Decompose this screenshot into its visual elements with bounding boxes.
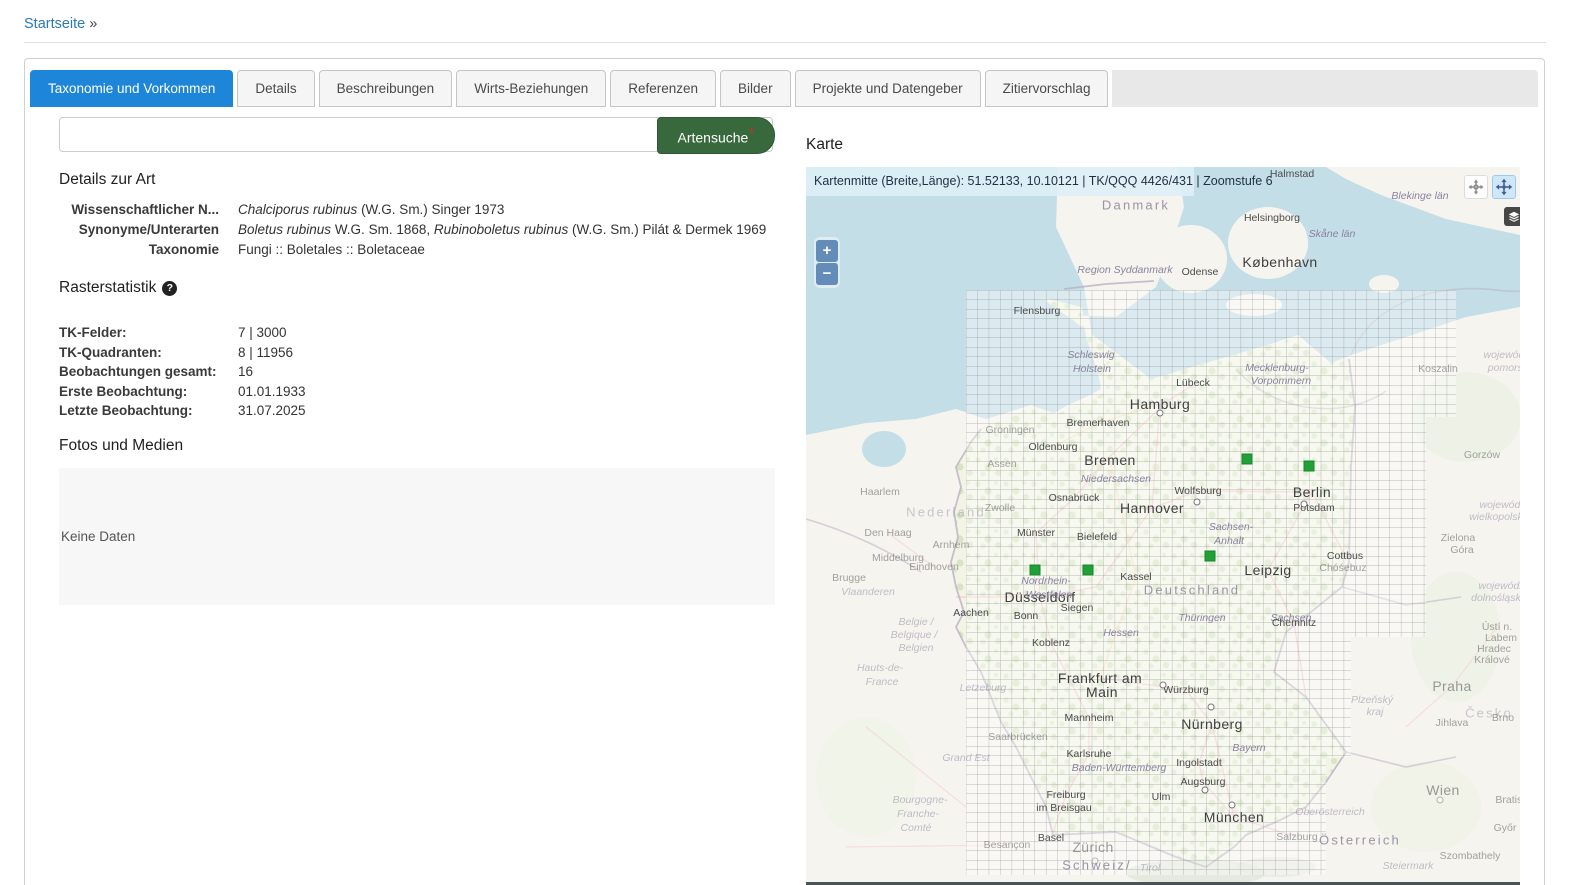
stat-label: TK-Quadranten:	[59, 343, 238, 363]
observation-marker[interactable]	[1083, 565, 1094, 576]
detail-label: Taxonomie	[59, 240, 219, 260]
layers-icon	[1507, 210, 1521, 224]
tab-2[interactable]: Beschreibungen	[319, 70, 453, 107]
detail-value: Fungi :: Boletales :: Boletaceae	[238, 240, 425, 260]
tab-3[interactable]: Wirts-Beziehungen	[456, 70, 606, 107]
map-heading: Karte	[806, 136, 843, 154]
stat-label: Erste Beobachtung:	[59, 382, 238, 402]
stat-row: Erste Beobachtung:01.01.1933	[59, 382, 559, 402]
stat-value: 7 | 3000	[238, 323, 287, 343]
observation-marker[interactable]	[1304, 461, 1315, 472]
detail-label: Synonyme/Unterarten	[59, 220, 219, 240]
city-dot	[1160, 682, 1167, 689]
raster-statistics-table: TK-Felder:7 | 3000TK-Quadranten:8 | 1195…	[59, 323, 559, 421]
tab-0[interactable]: Taxonomie und Vorkommen	[30, 70, 233, 107]
city-dot	[1092, 858, 1099, 865]
pan-extent-button[interactable]	[1492, 175, 1516, 199]
map-canvas[interactable]: HalmstadHelsingborgBlekinge länSkåne län…	[806, 167, 1520, 885]
species-search-button[interactable]: Artensuche*	[657, 117, 776, 154]
media-empty-text: Keine Daten	[59, 529, 135, 544]
map-base-graphic	[806, 167, 1520, 885]
map-zoom-control: + −	[814, 237, 840, 288]
species-details-heading: Details zur Art	[59, 171, 155, 189]
city-dot	[1157, 410, 1164, 417]
detail-value: Boletus rubinus W.G. Sm. 1868, Rubinobol…	[238, 220, 766, 240]
detail-label: Wissenschaftlicher N...	[59, 200, 219, 220]
stat-value: 16	[238, 362, 253, 382]
species-detail-row: Wissenschaftlicher N... Chalciporus rubin…	[59, 200, 799, 220]
help-icon[interactable]: ?	[162, 281, 177, 296]
city-dot	[1301, 501, 1308, 508]
city-dot	[1202, 787, 1209, 794]
species-detail-row: Taxonomie Fungi :: Boletales :: Boletacea…	[59, 240, 799, 260]
breadcrumb-divider	[24, 42, 1546, 43]
city-dot	[1437, 797, 1444, 804]
pan-arrows-icon	[1495, 178, 1513, 196]
species-search-form: Artensuche*	[59, 117, 775, 154]
media-heading: Fotos und Medien	[59, 437, 183, 455]
breadcrumb: Startseite»	[24, 16, 97, 32]
zoom-in-button[interactable]: +	[816, 240, 838, 262]
species-detail-row: Synonyme/Unterarten Boletus rubinus W.G. …	[59, 220, 799, 240]
page: Startseite» Taxonomie und VorkommenDetai…	[0, 0, 1572, 885]
move-icon	[1467, 178, 1485, 196]
breadcrumb-home-link[interactable]: Startseite	[24, 16, 85, 32]
stat-value: 8 | 11956	[238, 343, 293, 363]
tab-5[interactable]: Bilder	[720, 70, 791, 107]
stat-label: Beobachtungen gesamt:	[59, 362, 238, 382]
stat-value: 01.01.1933	[238, 382, 306, 402]
map-info-bar: Kartenmitte (Breite,Länge): 51.52133, 10…	[806, 167, 1194, 196]
stat-row: Letzte Beobachtung:31.07.2025	[59, 401, 559, 421]
tab-6[interactable]: Projekte und Datengeber	[795, 70, 981, 107]
tab-1[interactable]: Details	[237, 70, 314, 107]
stat-row: Beobachtungen gesamt:16	[59, 362, 559, 382]
tab-bar-filler	[1112, 70, 1538, 107]
content-card: Taxonomie und VorkommenDetailsBeschreibu…	[24, 58, 1545, 885]
tab-4[interactable]: Referenzen	[610, 70, 716, 107]
observation-marker[interactable]	[1242, 454, 1253, 465]
tab-bar: Taxonomie und VorkommenDetailsBeschreibu…	[30, 69, 1538, 107]
stat-row: TK-Quadranten:8 | 11956	[59, 343, 559, 363]
city-dot	[1229, 802, 1236, 809]
species-details-table: Wissenschaftlicher N... Chalciporus rubin…	[59, 200, 799, 260]
layer-switcher-button[interactable]	[1504, 207, 1520, 226]
city-dot	[1208, 704, 1215, 711]
city-dot	[1194, 499, 1201, 506]
stat-label: TK-Felder:	[59, 323, 238, 343]
observation-marker[interactable]	[1030, 565, 1041, 576]
stat-value: 31.07.2025	[238, 401, 306, 421]
stat-row: TK-Felder:7 | 3000	[59, 323, 559, 343]
observation-marker[interactable]	[1205, 551, 1216, 562]
detail-value: Chalciporus rubinus (W.G. Sm.) Singer 19…	[238, 200, 504, 220]
zoom-out-button[interactable]: −	[816, 263, 838, 285]
breadcrumb-separator: »	[89, 16, 97, 32]
tab-7[interactable]: Zitiervorschlag	[985, 70, 1109, 107]
raster-statistics-heading: Rasterstatistik?	[59, 279, 177, 297]
media-empty-box: Keine Daten	[59, 468, 775, 605]
stat-label: Letzte Beobachtung:	[59, 401, 238, 421]
required-asterisk: *	[749, 126, 754, 140]
pan-mode-button[interactable]	[1464, 175, 1488, 199]
